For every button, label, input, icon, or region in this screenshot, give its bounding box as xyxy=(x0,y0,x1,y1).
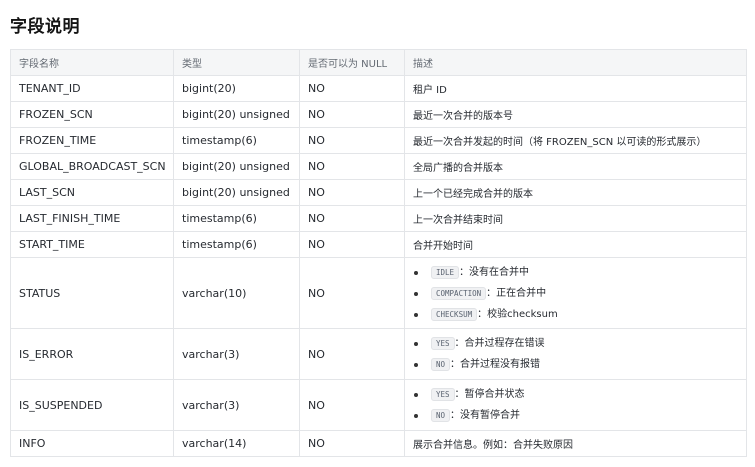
field-type: timestamp(6) xyxy=(173,205,300,232)
item-text: ：校验checksum xyxy=(477,308,558,320)
table-row: STATUS varchar(10) NO IDLE ：没有在合并中 COMPAC… xyxy=(10,257,747,329)
field-name: STATUS xyxy=(10,257,174,329)
field-name: START_TIME xyxy=(10,231,174,258)
field-description: 上一次合并结束时间 xyxy=(404,205,747,232)
field-name: FROZEN_TIME xyxy=(10,127,174,154)
field-nullable: NO xyxy=(299,153,405,180)
field-description: 最近一次合并的版本号 xyxy=(404,101,747,128)
field-name: FROZEN_SCN xyxy=(10,101,174,128)
field-nullable: NO xyxy=(299,257,405,329)
code-value: NO xyxy=(431,358,451,371)
field-table: 字段名称 类型 是否可以为 NULL 描述 TENANT_ID bigint(2… xyxy=(10,49,747,457)
field-nullable: NO xyxy=(299,127,405,154)
list-item: CHECKSUM ：校验checksum xyxy=(413,304,738,325)
field-name: GLOBAL_BROADCAST_SCN xyxy=(10,153,174,180)
field-nullable: NO xyxy=(299,231,405,258)
field-name: INFO xyxy=(10,430,174,457)
code-value: YES xyxy=(431,388,455,401)
table-header-row: 字段名称 类型 是否可以为 NULL 描述 xyxy=(10,49,747,76)
field-type: varchar(3) xyxy=(173,328,300,380)
field-description: 上一个已经完成合并的版本 xyxy=(404,179,747,206)
code-value: YES xyxy=(431,337,455,350)
value-list: YES ：合并过程存在错误 NO ：合并过程没有报错 xyxy=(413,333,738,375)
table-row: INFO varchar(14) NO 展示合并信息。例如：合并失败原因 xyxy=(10,430,747,457)
field-nullable: NO xyxy=(299,75,405,102)
field-nullable: NO xyxy=(299,101,405,128)
page-title: 字段说明 xyxy=(10,17,80,37)
field-name: LAST_FINISH_TIME xyxy=(10,205,174,232)
list-item: NO ：合并过程没有报错 xyxy=(413,354,738,375)
field-type: varchar(14) xyxy=(173,430,300,457)
field-description: 展示合并信息。例如：合并失败原因 xyxy=(404,430,747,457)
table-row: START_TIME timestamp(6) NO 合并开始时间 xyxy=(10,231,747,258)
table-row: IS_SUSPENDED varchar(3) NO YES ：暂停合并状态 NO… xyxy=(10,379,747,431)
field-nullable: NO xyxy=(299,328,405,380)
field-type: varchar(10) xyxy=(173,257,300,329)
field-nullable: NO xyxy=(299,179,405,206)
header-type: 类型 xyxy=(173,49,300,76)
item-text: ：没有暂停合并 xyxy=(450,410,521,421)
list-item: NO ：没有暂停合并 xyxy=(413,405,738,426)
field-nullable: NO xyxy=(299,379,405,431)
field-description: 租户 ID xyxy=(404,75,747,102)
list-item: YES ：合并过程存在错误 xyxy=(413,333,738,354)
field-type: bigint(20) unsigned xyxy=(173,153,300,180)
code-value: CHECKSUM xyxy=(431,307,478,321)
code-value: NO xyxy=(431,409,451,422)
item-text: ：暂停合并状态 xyxy=(454,389,525,400)
field-type: bigint(20) xyxy=(173,75,300,102)
field-type: timestamp(6) xyxy=(173,127,300,154)
field-type: bigint(20) unsigned xyxy=(173,179,300,206)
field-description: 最近一次合并发起的时间（将 FROZEN_SCN 以可读的形式展示） xyxy=(404,127,747,154)
code-value: IDLE xyxy=(431,265,460,279)
table-row: LAST_FINISH_TIME timestamp(6) NO 上一次合并结束… xyxy=(10,205,747,232)
field-name: LAST_SCN xyxy=(10,179,174,206)
item-text: ：合并过程没有报错 xyxy=(450,359,541,370)
field-description: YES ：暂停合并状态 NO ：没有暂停合并 xyxy=(404,379,747,431)
field-nullable: NO xyxy=(299,430,405,457)
list-item: COMPACTION ：正在合并中 xyxy=(413,283,738,304)
item-text: ：合并过程存在错误 xyxy=(454,338,545,349)
item-text: ：正在合并中 xyxy=(486,287,547,299)
table-row: IS_ERROR varchar(3) NO YES ：合并过程存在错误 NO ：合… xyxy=(10,328,747,380)
item-text: ：没有在合并中 xyxy=(459,266,530,278)
table-row: FROZEN_TIME timestamp(6) NO 最近一次合并发起的时间（… xyxy=(10,127,747,154)
field-type: timestamp(6) xyxy=(173,231,300,258)
field-description: 全局广播的合并版本 xyxy=(404,153,747,180)
field-name: IS_ERROR xyxy=(10,328,174,380)
field-type: varchar(3) xyxy=(173,379,300,431)
list-item: YES ：暂停合并状态 xyxy=(413,384,738,405)
field-name: IS_SUSPENDED xyxy=(10,379,174,431)
field-name: TENANT_ID xyxy=(10,75,174,102)
field-description: YES ：合并过程存在错误 NO ：合并过程没有报错 xyxy=(404,328,747,380)
field-description: IDLE ：没有在合并中 COMPACTION ：正在合并中 CHECKSUM ：校验… xyxy=(404,257,747,329)
field-type: bigint(20) unsigned xyxy=(173,101,300,128)
value-list: YES ：暂停合并状态 NO ：没有暂停合并 xyxy=(413,384,738,426)
list-item: IDLE ：没有在合并中 xyxy=(413,262,738,283)
table-row: TENANT_ID bigint(20) NO 租户 ID xyxy=(10,75,747,102)
header-field-name: 字段名称 xyxy=(10,49,174,76)
value-list: IDLE ：没有在合并中 COMPACTION ：正在合并中 CHECKSUM ：校验… xyxy=(413,262,738,325)
code-value: COMPACTION xyxy=(431,286,487,300)
field-nullable: NO xyxy=(299,205,405,232)
table-row: LAST_SCN bigint(20) unsigned NO 上一个已经完成合… xyxy=(10,179,747,206)
table-row: GLOBAL_BROADCAST_SCN bigint(20) unsigned… xyxy=(10,153,747,180)
header-nullable: 是否可以为 NULL xyxy=(299,49,405,76)
header-description: 描述 xyxy=(404,49,747,76)
field-description: 合并开始时间 xyxy=(404,231,747,258)
table-row: FROZEN_SCN bigint(20) unsigned NO 最近一次合并… xyxy=(10,101,747,128)
